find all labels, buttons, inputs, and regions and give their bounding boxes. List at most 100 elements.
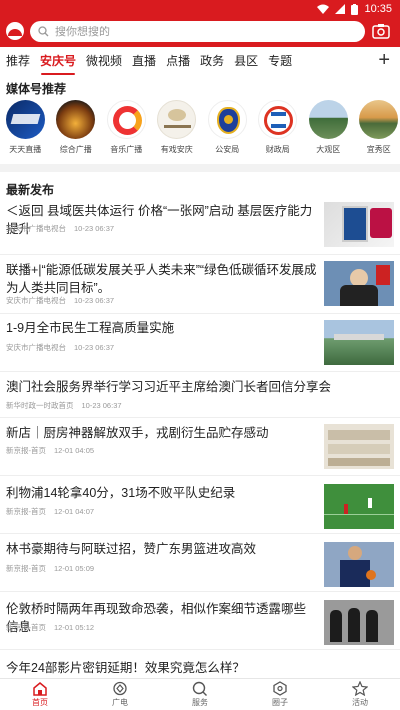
- search-input[interactable]: [55, 25, 335, 38]
- news-time: 10-23 06:37: [74, 343, 115, 352]
- news-title: 1-9月全市民生工程高质量实施: [6, 321, 175, 335]
- news-source: 新华时政一时政首页: [6, 401, 74, 410]
- news-meta: 新京报-首页 12-01 05:09: [6, 563, 94, 574]
- news-item[interactable]: 伦敦桥时隔两年再现致命恐袭，相似作案细节透露哪些信息 新京报-首页 12-01 0…: [0, 592, 400, 650]
- nav-label: 首页: [32, 698, 48, 707]
- circle-icon: [273, 681, 287, 696]
- news-source: 安庆市广播电视台: [6, 343, 66, 352]
- news-thumbnail: [324, 542, 394, 587]
- news-time: 12-01 05:09: [54, 564, 95, 573]
- media-label: 财政局: [265, 145, 290, 154]
- news-item[interactable]: 澳门社会服务界举行学习习近平主席给澳门长者回信分享会 新华时政一时政首页 10-2…: [0, 372, 400, 418]
- tab-recommend[interactable]: 推荐: [6, 51, 30, 71]
- tab-on-demand[interactable]: 点播: [166, 51, 190, 71]
- news-meta: 新京报-首页 12-01 05:12: [6, 622, 94, 633]
- nav-service[interactable]: 服务: [160, 679, 240, 710]
- news-meta: 新京报-首页 12-01 04:05: [6, 445, 94, 456]
- status-bar: 10:35: [317, 2, 392, 16]
- bottom-nav: 首页 广电 服务 圈子 活动: [0, 678, 400, 710]
- status-time: 10:35: [364, 3, 392, 15]
- app-header: 10:35: [0, 0, 400, 47]
- media-item[interactable]: 综合广播: [51, 100, 102, 160]
- news-meta: 安庆市广播电视台 10-23 06:37: [6, 342, 114, 353]
- search-bar[interactable]: [30, 21, 365, 42]
- news-title: 利物浦14轮拿40分，31场不败平队史纪录: [6, 486, 236, 500]
- news-source: 新京报-首页: [6, 623, 46, 632]
- news-thumbnail: [324, 484, 394, 529]
- media-item[interactable]: 天天直播: [0, 100, 51, 160]
- tab-government[interactable]: 政务: [200, 51, 224, 71]
- news-time: 12-01 05:12: [54, 623, 95, 632]
- tab-live[interactable]: 直播: [132, 51, 156, 71]
- add-tab-icon[interactable]: +: [378, 50, 390, 70]
- section-divider: [0, 164, 400, 172]
- news-item[interactable]: 1-9月全市民生工程高质量实施 安庆市广播电视台 10-23 06:37: [0, 314, 400, 372]
- media-label: 天天直播: [9, 145, 42, 154]
- news-source: 新京报-首页: [6, 507, 46, 516]
- camera-icon[interactable]: [372, 22, 390, 40]
- news-meta: 新华时政一时政首页 10-23 06:37: [6, 400, 122, 411]
- nav-label: 圈子: [272, 698, 288, 707]
- yixiu-district-logo: [359, 100, 399, 139]
- category-tabs: 推荐 安庆号 微视频 直播 点播 政务 县区 专题: [0, 48, 400, 75]
- nav-activity[interactable]: 活动: [320, 679, 400, 710]
- nav-label: 广电: [112, 698, 128, 707]
- tab-topics[interactable]: 专题: [268, 51, 292, 71]
- media-item[interactable]: 大观区: [303, 100, 354, 160]
- news-item[interactable]: 联播+|“能源低碳发展关乎人类未来”“绿色低碳循环发展成为人类共同目标”。 安庆…: [0, 255, 400, 314]
- news-source: 安庆市广播电视台: [6, 296, 66, 305]
- media-item[interactable]: 宜秀区: [354, 100, 400, 160]
- news-time: 12-01 04:05: [54, 446, 95, 455]
- service-icon: [192, 681, 207, 696]
- police-badge-logo: [207, 100, 247, 139]
- news-source: 新京报-首页: [6, 446, 46, 455]
- news-time: 10-23 06:37: [74, 296, 115, 305]
- daguan-district-logo: [308, 100, 348, 139]
- signal-icon: [335, 4, 346, 14]
- tab-county[interactable]: 县区: [234, 51, 258, 71]
- nav-home[interactable]: 首页: [0, 679, 80, 710]
- media-label: 大观区: [316, 145, 341, 154]
- star-icon: [352, 681, 368, 696]
- nav-broadcast[interactable]: 广电: [80, 679, 160, 710]
- media-item[interactable]: 公安局: [202, 100, 253, 160]
- tab-micro-video[interactable]: 微视频: [86, 51, 122, 71]
- nav-label: 服务: [192, 698, 208, 707]
- opera-anqing-logo: [157, 100, 197, 139]
- media-label: 音乐广播: [110, 145, 143, 154]
- news-time: 10-23 06:37: [81, 401, 122, 410]
- tab-anqing-hao[interactable]: 安庆号: [40, 51, 76, 75]
- finance-bureau-logo: [258, 100, 298, 139]
- news-meta: 安庆市广播电视台 10-23 06:37: [6, 223, 114, 234]
- news-thumbnail: [324, 261, 394, 306]
- media-item[interactable]: 有戏安庆: [152, 100, 203, 160]
- news-time: 10-23 06:37: [74, 224, 115, 233]
- battery-icon: [351, 3, 359, 15]
- nav-circle[interactable]: 圈子: [240, 679, 320, 710]
- media-label: 综合广播: [59, 145, 92, 154]
- general-radio-logo: [56, 100, 96, 139]
- news-source: 安庆市广播电视台: [6, 224, 66, 233]
- search-icon: [38, 26, 49, 37]
- news-item[interactable]: 新店｜厨房神器解放双手，戎剧衍生品贮存感动 新京报-首页 12-01 04:05: [0, 418, 400, 476]
- media-item[interactable]: 财政局: [253, 100, 304, 160]
- news-title: 联播+|“能源低碳发展关乎人类未来”“绿色低碳循环发展成为人类共同目标”。: [6, 263, 317, 295]
- news-item[interactable]: 利物浦14轮拿40分，31场不败平队史纪录 新京报-首页 12-01 04:07: [0, 476, 400, 534]
- media-label: 宜秀区: [366, 145, 391, 154]
- media-label: 公安局: [215, 145, 240, 154]
- tiantian-live-logo: [5, 100, 45, 139]
- news-item[interactable]: 今年24部影片密钥延期！效果究竟怎么样？: [0, 650, 400, 678]
- home-icon: [33, 682, 47, 696]
- wifi-icon: [317, 4, 330, 14]
- news-thumbnail: [324, 600, 394, 645]
- media-item[interactable]: 音乐广播: [101, 100, 152, 160]
- news-title: 林书豪期待与阿联过招，赞广东男篮进攻高效: [6, 542, 257, 556]
- news-thumbnail: [324, 424, 394, 469]
- news-item[interactable]: 林书豪期待与阿联过招，赞广东男篮进攻高效 新京报-首页 12-01 05:09: [0, 534, 400, 592]
- news-item[interactable]: ＜返回 县域医共体运行 价格“一张网”启动 基层医疗能力提升 安庆市广播电视台 1…: [0, 196, 400, 255]
- news-thumbnail: [324, 202, 394, 247]
- music-radio-logo: [106, 100, 146, 139]
- news-meta: 安庆市广播电视台 10-23 06:37: [6, 295, 114, 306]
- tv-station-icon: [113, 681, 127, 696]
- app-logo[interactable]: [6, 22, 24, 40]
